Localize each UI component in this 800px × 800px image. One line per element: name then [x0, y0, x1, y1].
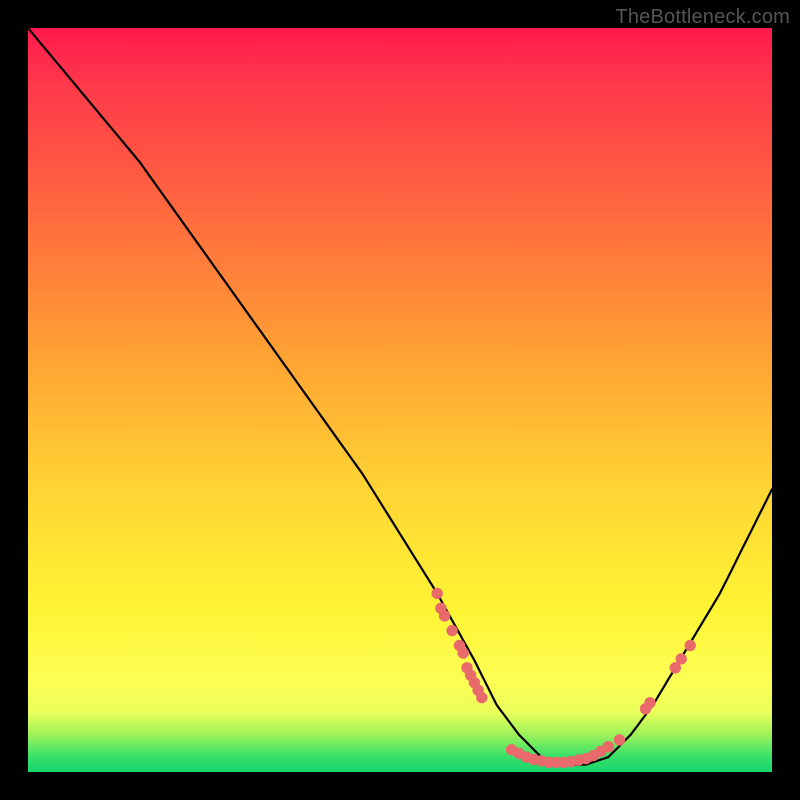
data-dot: [676, 654, 686, 664]
data-dot: [458, 648, 468, 658]
data-dot: [685, 640, 695, 650]
gradient-panel: [28, 28, 772, 772]
watermark-text: TheBottleneck.com: [615, 6, 790, 29]
data-dot: [614, 735, 624, 745]
data-dot: [439, 611, 449, 621]
data-dots-group: [432, 588, 695, 767]
plot-svg: [28, 28, 772, 772]
data-dot: [645, 698, 655, 708]
data-dot: [670, 663, 680, 673]
data-dot: [477, 692, 487, 702]
data-dot: [447, 625, 457, 635]
data-dot: [603, 742, 613, 752]
bottleneck-curve-path: [28, 28, 772, 765]
chart-stage: TheBottleneck.com: [0, 0, 800, 800]
data-dot: [432, 588, 442, 598]
